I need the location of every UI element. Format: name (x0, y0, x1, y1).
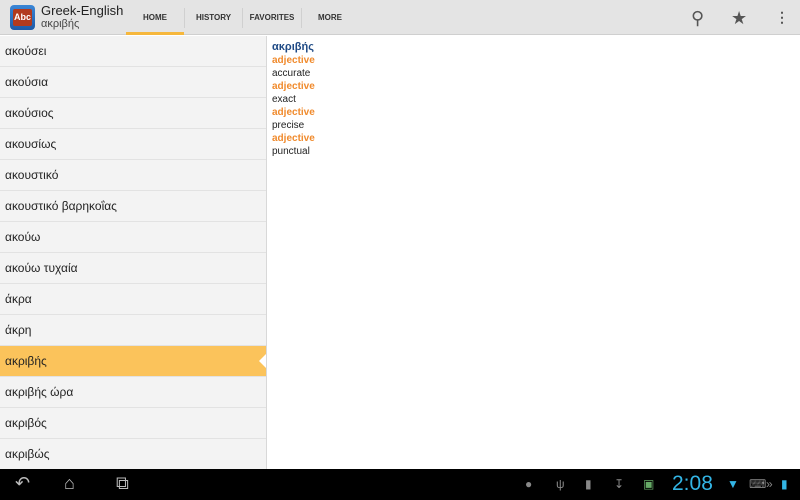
sync-screen-icon: ▣ (643, 477, 655, 491)
translation: exact (272, 94, 296, 105)
back-icon[interactable]: ↶ (15, 473, 30, 494)
list-item[interactable]: ακουστικό βαρηκοΐας (0, 191, 266, 222)
tab-more[interactable]: MORE (302, 0, 358, 35)
download-icon: ↧ (614, 477, 625, 491)
list-item[interactable]: ακουστικό (0, 160, 266, 191)
clock: 2:08 (672, 472, 713, 495)
pane-divider (266, 36, 267, 469)
usb-icon: ψ (556, 477, 565, 491)
list-item[interactable]: ακριβώς (0, 439, 266, 469)
keyboard-alert-icon: ⌨ (749, 477, 767, 491)
tab-home[interactable]: HOME (126, 0, 184, 35)
list-item[interactable]: ακούσια (0, 67, 266, 98)
list-item[interactable]: ακούσιος (0, 98, 266, 129)
more-notifications-icon: » (766, 477, 773, 491)
tab-favorites[interactable]: FAVORITES (243, 0, 301, 35)
star-icon[interactable]: ★ (731, 8, 747, 29)
translation: precise (272, 120, 305, 131)
overflow-menu-icon[interactable]: ⋮ (775, 9, 789, 26)
wifi-icon: ▼ (727, 477, 739, 491)
part-of-speech: adjective (272, 81, 315, 92)
android-debug-icon: ● (525, 477, 533, 491)
list-item[interactable]: ακούω (0, 222, 266, 253)
list-item[interactable]: ακριβής (0, 346, 266, 377)
search-icon[interactable]: ⚲ (691, 8, 704, 29)
app-logo-icon[interactable]: Abc (10, 5, 35, 30)
app-subtitle: ακριβής (41, 18, 80, 30)
part-of-speech: adjective (272, 133, 315, 144)
list-item[interactable]: άκρη (0, 315, 266, 346)
part-of-speech: adjective (272, 55, 315, 66)
recent-apps-icon[interactable]: ⧉ (116, 473, 129, 494)
list-item[interactable]: ακούσει (0, 36, 266, 67)
app-title: Greek-English (41, 3, 124, 18)
list-item[interactable]: ακριβός (0, 408, 266, 439)
tab-history[interactable]: HISTORY (185, 0, 242, 35)
sd-card-icon: ▮ (585, 477, 592, 491)
list-item[interactable]: ακούω τυχαία (0, 253, 266, 284)
entry-detail: ακριβής adjective accurate adjective exact a… (272, 41, 315, 158)
headword: ακριβής (272, 41, 314, 53)
word-list[interactable]: ακούσει ακούσια ακούσιος ακουσίως ακουστικό α… (0, 36, 266, 469)
action-bar: Abc Greek-English ακριβής HOME HISTORY F… (0, 0, 800, 35)
list-item[interactable]: ακριβής ώρα (0, 377, 266, 408)
home-icon[interactable]: ⌂ (64, 473, 75, 494)
translation: punctual (272, 146, 310, 157)
battery-icon: ▮ (781, 477, 788, 491)
system-bar: ↶ ⌂ ⧉ ● ψ ▮ ↧ ▣ 2:08 ▼ ⌨ » ▮ (0, 469, 800, 500)
translation: accurate (272, 68, 311, 79)
part-of-speech: adjective (272, 107, 315, 118)
list-item[interactable]: ακουσίως (0, 129, 266, 160)
list-item[interactable]: άκρα (0, 284, 266, 315)
